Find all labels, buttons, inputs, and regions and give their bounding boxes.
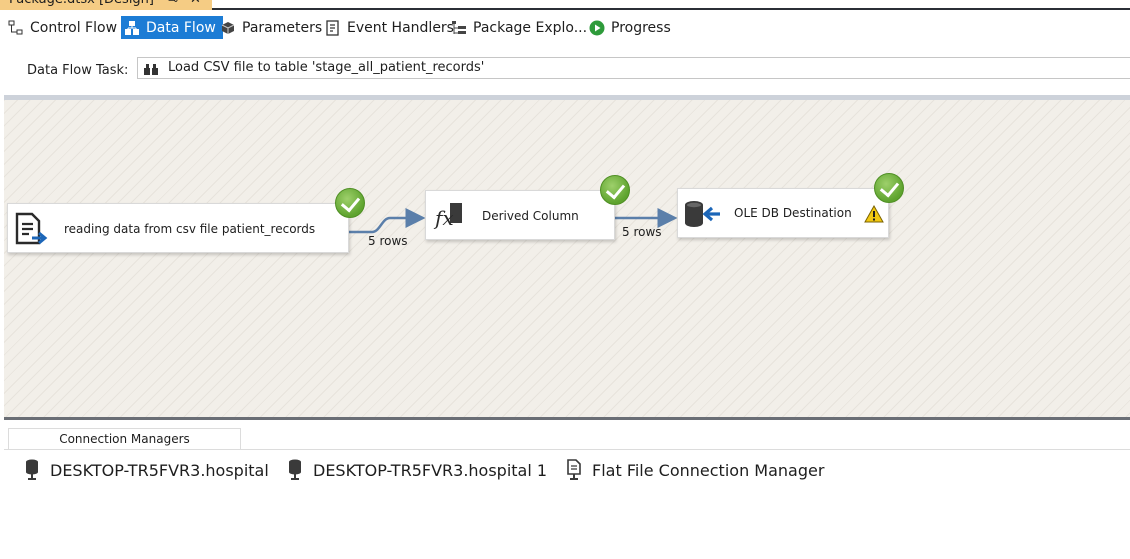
connection-manager-label: Flat File Connection Manager [592,460,825,480]
document-tab[interactable]: Package.dtsx [Design] ⊸ ✕ [0,0,212,10]
tab-label: Parameters [242,19,323,36]
progress-icon [589,20,605,36]
connection-manager-item[interactable]: DESKTOP-TR5FVR3.hospital 1 [287,459,547,481]
pin-icon[interactable]: ⊸ [168,0,178,8]
component-label: reading data from csv file patient_recor… [64,222,316,236]
warning-icon[interactable] [864,204,884,223]
ole-db-connection-icon [287,459,303,481]
document-tab-title: Package.dtsx [Design] [9,0,154,8]
close-icon[interactable]: ✕ [190,0,201,8]
component-label: Derived Column [482,209,579,223]
data-flow-icon [124,20,140,36]
flat-file-source-icon [14,212,48,246]
data-flow-design-surface[interactable]: reading data from csv file patient_recor… [4,95,1130,420]
path-layer [349,208,678,234]
event-handlers-icon [325,19,341,36]
tab-data-flow[interactable]: Data Flow [121,16,223,39]
ole-db-destination-icon [684,200,724,228]
data-flow-task-label: Data Flow Task: [27,63,129,78]
data-flow-task-selector[interactable]: Load CSV file to table 'stage_all_patien… [137,57,1130,79]
parameters-icon [220,20,236,36]
derived-column-component[interactable]: fx Derived Column [425,190,615,240]
connection-manager-label: DESKTOP-TR5FVR3.hospital [50,460,269,480]
connection-manager-item[interactable]: DESKTOP-TR5FVR3.hospital [24,459,269,481]
data-path-1[interactable] [349,208,426,234]
connection-managers-divider [4,449,1130,450]
tab-package-explorer[interactable]: Package Explo... [451,16,587,39]
flat-file-connection-icon [566,459,582,481]
connection-manager-label: DESKTOP-TR5FVR3.hospital 1 [313,460,548,480]
derived-column-icon: fx [432,201,466,231]
control-flow-icon [8,20,24,36]
data-flow-task-row: Data Flow Task: Load CSV file to table '… [0,55,1130,83]
success-check-icon [335,188,365,218]
data-flow-task-icon [143,61,159,75]
success-check-icon [600,175,630,205]
tab-label: Event Handlers [347,19,454,36]
component-label: OLE DB Destination [734,206,852,220]
package-explorer-icon [451,20,467,36]
path-row-count: 5 rows [622,225,662,239]
success-check-icon [874,173,904,203]
connection-managers-panel: Connection Managers DESKTOP-TR5FVR3.hosp… [4,423,1130,559]
ssis-designer-window: Package.dtsx [Design] ⊸ ✕ Control Flow D… [0,0,1130,559]
connection-manager-item[interactable]: Flat File Connection Manager [566,459,824,481]
tab-label: Data Flow [146,19,216,36]
connection-managers-tab[interactable]: Connection Managers [8,428,241,450]
svg-text:fx: fx [433,206,454,230]
tab-label: Control Flow [30,19,118,36]
tab-label: Package Explo... [473,19,588,36]
tab-control-flow[interactable]: Control Flow [8,16,117,39]
ole-db-destination-component[interactable]: OLE DB Destination [677,188,889,238]
tab-parameters[interactable]: Parameters [220,16,322,39]
path-row-count: 5 rows [368,234,408,248]
ole-db-connection-icon [24,459,40,481]
flat-file-source-component[interactable]: reading data from csv file patient_recor… [7,203,349,253]
document-tab-strip: Package.dtsx [Design] ⊸ ✕ [0,0,1130,10]
data-flow-task-value: Load CSV file to table 'stage_all_patien… [168,60,485,75]
tab-label: Progress [611,19,671,36]
tab-event-handlers[interactable]: Event Handlers [325,16,454,39]
tab-progress[interactable]: Progress [589,16,671,39]
